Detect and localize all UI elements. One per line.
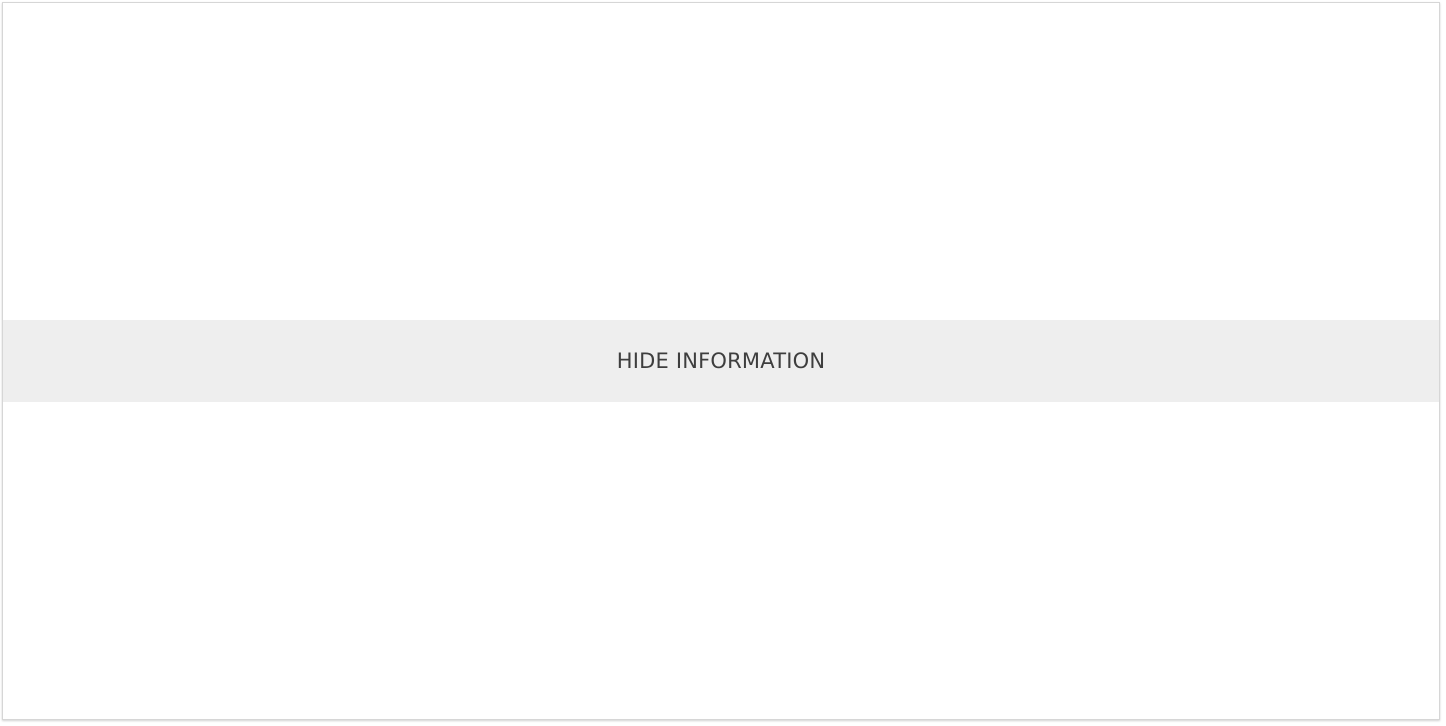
hide-information-label: HIDE INFORMATION: [616, 349, 826, 373]
info-panel: HIDE INFORMATION: [2, 2, 1440, 720]
hide-information-button[interactable]: HIDE INFORMATION: [3, 320, 1439, 402]
